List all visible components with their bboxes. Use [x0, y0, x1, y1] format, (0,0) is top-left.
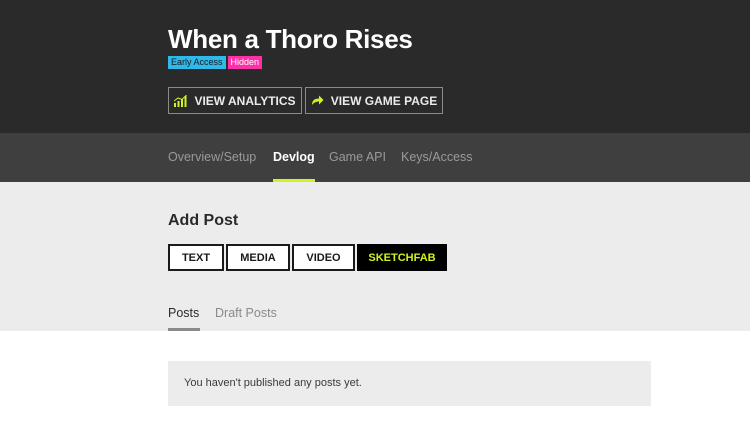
nav-tab-devlog[interactable]: Devlog: [273, 150, 315, 164]
active-tab-indicator: [168, 328, 200, 331]
add-sketchfab-post-button[interactable]: SKETCHFAB: [357, 244, 447, 271]
view-game-page-button[interactable]: VIEW GAME PAGE: [305, 87, 443, 114]
game-header: When a Thoro Rises Early Access Hidden V…: [0, 0, 750, 133]
add-video-post-button[interactable]: VIDEO: [292, 244, 355, 271]
tab-posts[interactable]: Posts: [168, 306, 199, 320]
add-media-post-button[interactable]: MEDIA: [226, 244, 290, 271]
empty-posts-message: You haven't published any posts yet.: [184, 377, 362, 389]
add-post-heading: Add Post: [168, 212, 239, 229]
nav-tab-keys-access[interactable]: Keys/Access: [401, 150, 473, 164]
share-arrow-icon: [311, 95, 324, 106]
dashboard-nav: Overview/Setup Devlog Game API Keys/Acce…: [0, 133, 750, 182]
hidden-badge: Hidden: [227, 56, 263, 69]
view-game-page-label: VIEW GAME PAGE: [330, 93, 438, 108]
nav-tab-game-api[interactable]: Game API: [329, 150, 386, 164]
status-badges: Early Access Hidden: [168, 56, 263, 69]
early-access-badge: Early Access: [168, 56, 226, 69]
tab-draft-posts[interactable]: Draft Posts: [215, 306, 277, 320]
empty-posts-notice: You haven't published any posts yet.: [168, 361, 651, 406]
add-text-post-button[interactable]: TEXT: [168, 244, 224, 271]
view-analytics-label: VIEW ANALYTICS: [194, 93, 296, 108]
page-title: When a Thoro Rises: [168, 24, 413, 54]
view-analytics-button[interactable]: VIEW ANALYTICS: [168, 87, 302, 114]
bar-chart-icon: [174, 94, 188, 107]
nav-tab-overview-setup[interactable]: Overview/Setup: [168, 150, 256, 164]
